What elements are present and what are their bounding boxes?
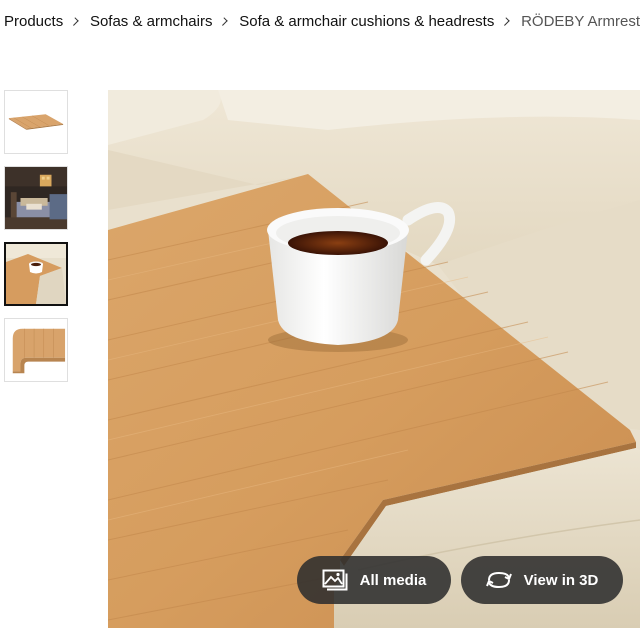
view-in-3d-label: View in 3D [523,571,599,589]
main-product-image[interactable] [108,90,640,628]
breadcrumb-current: RÖDEBY Armrest [521,12,640,30]
thumbnail-bamboo-tray[interactable] [4,90,68,154]
all-media-button[interactable]: All media [297,556,451,604]
bamboo-tray-flat-thumbnail [5,91,67,153]
breadcrumb-sofas-armchairs[interactable]: Sofas & armchairs [90,13,213,30]
view-in-3d-button[interactable]: View in 3D [461,556,623,604]
rotate-3d-icon [485,569,512,591]
thumbnail-living-room[interactable] [4,166,68,230]
armrest-with-cup-thumbnail [6,244,66,304]
rolled-tray-thumbnail [5,319,67,381]
breadcrumb: Products Sofas & armchairs Sofa & armcha… [4,9,640,33]
thumbnail-armrest-cup[interactable] [4,242,68,306]
breadcrumb-separator-icon [70,16,79,26]
breadcrumb-separator-icon [219,16,229,26]
breadcrumb-separator-icon [501,16,510,26]
breadcrumb-cushions-headrests[interactable]: Sofa & armchair cushions & headrests [239,13,494,30]
armrest-with-coffee-cup-photo [108,90,640,628]
all-media-label: All media [359,571,427,589]
image-gallery-icon [322,569,348,591]
thumbnail-rolled-tray[interactable] [4,318,68,382]
living-room-scene-thumbnail [5,167,67,229]
breadcrumb-products[interactable]: Products [4,13,63,30]
